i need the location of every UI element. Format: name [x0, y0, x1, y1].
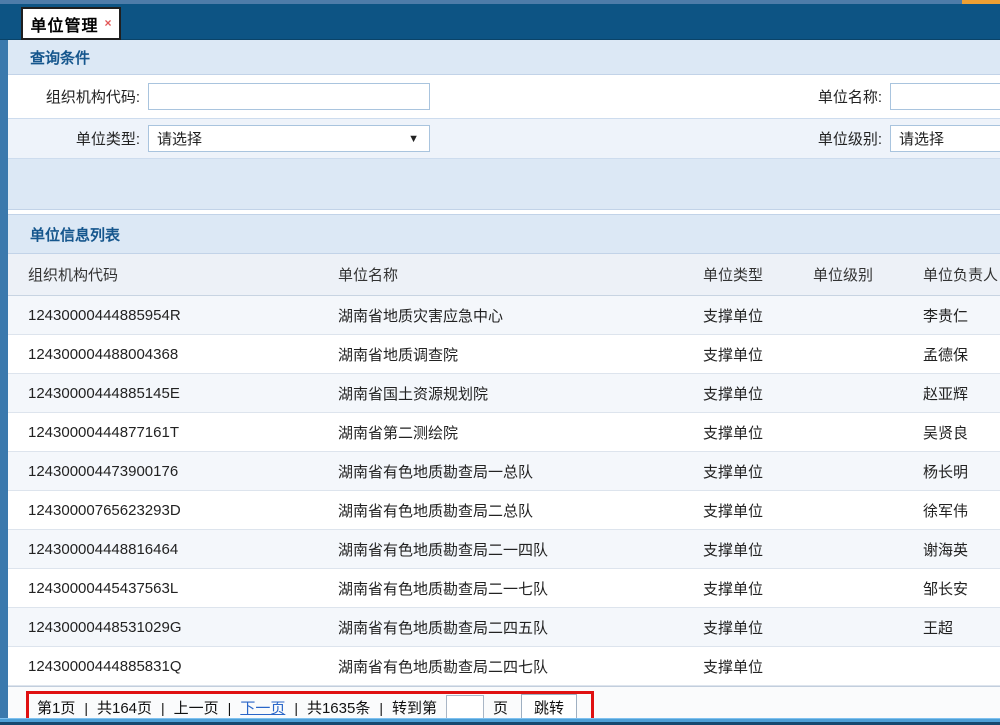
table-row[interactable]: 124300004448816464 湖南省有色地质勘查局二一四队 支撑单位 谢… — [8, 530, 1000, 569]
col-header-unit-level: 单位级别 — [813, 264, 923, 285]
unit-level-select-value: 请选择 — [899, 128, 944, 149]
cell-code: 12430000765623293D — [28, 502, 338, 519]
unit-level-label: 单位级别: — [532, 128, 882, 149]
table-row[interactable]: 12430000448531029G 湖南省有色地质勘查局二四五队 支撑单位 王… — [8, 608, 1000, 647]
table-row[interactable]: 12430000765623293D 湖南省有色地质勘查局二总队 支撑单位 徐军… — [8, 491, 1000, 530]
total-records-label: 共1635条 — [307, 697, 370, 718]
table-row[interactable]: 12430000445437563L 湖南省有色地质勘查局二一七队 支撑单位 邹… — [8, 569, 1000, 608]
cell-person: 杨长明 — [923, 461, 1000, 482]
search-panel: 查询条件 组织机构代码: 单位名称: 单位类型: 请选择 ▼ 单位级别: 请选择 — [8, 40, 1000, 209]
search-row-2: 单位类型: 请选择 ▼ 单位级别: 请选择 — [8, 119, 1000, 159]
list-section-title: 单位信息列表 — [8, 215, 1000, 254]
separator: | — [84, 700, 88, 716]
window-bottom-border — [0, 718, 1000, 725]
cell-name: 湖南省有色地质勘查局二一七队 — [338, 578, 703, 599]
cell-code: 12430000444877161T — [28, 424, 338, 441]
cell-name: 湖南省有色地质勘查局二总队 — [338, 500, 703, 521]
unit-type-label: 单位类型: — [28, 128, 140, 149]
search-section-title: 查询条件 — [8, 40, 1000, 75]
tab-bar: 单位管理 × — [0, 4, 1000, 40]
content-frame: 查询条件 组织机构代码: 单位名称: 单位类型: 请选择 ▼ 单位级别: 请选择 — [0, 40, 1000, 718]
cell-name: 湖南省第二测绘院 — [338, 422, 703, 443]
cell-code: 12430000444885831Q — [28, 658, 338, 675]
separator: | — [294, 700, 298, 716]
cell-code: 124300004473900176 — [28, 463, 338, 480]
separator: | — [161, 700, 165, 716]
table-row[interactable]: 12430000444885831Q 湖南省有色地质勘查局二四七队 支撑单位 — [8, 647, 1000, 686]
separator: | — [379, 700, 383, 716]
cell-type: 支撑单位 — [703, 578, 813, 599]
cell-name: 湖南省地质调查院 — [338, 344, 703, 365]
cell-code: 12430000444885145E — [28, 385, 338, 402]
table-row[interactable]: 124300004488004368 湖南省地质调查院 支撑单位 孟德保 — [8, 335, 1000, 374]
goto-page-input[interactable] — [446, 695, 484, 718]
cell-person: 孟德保 — [923, 344, 1000, 365]
cell-type: 支撑单位 — [703, 422, 813, 443]
cell-name: 湖南省有色地质勘查局二四七队 — [338, 656, 703, 677]
col-header-unit-person: 单位负责人 — [923, 264, 1000, 285]
cell-type: 支撑单位 — [703, 344, 813, 365]
cell-person: 赵亚辉 — [923, 383, 1000, 404]
search-panel-filler — [8, 159, 1000, 209]
table-row[interactable]: 124300004473900176 湖南省有色地质勘查局一总队 支撑单位 杨长… — [8, 452, 1000, 491]
pagination-bar: 第1页 | 共164页 | 上一页 | 下一页 | 共1635条 | 转到第 页… — [8, 686, 1000, 718]
search-row-1: 组织机构代码: 单位名称: — [8, 75, 1000, 119]
cell-code: 124300004488004368 — [28, 346, 338, 363]
tab-unit-management[interactable]: 单位管理 × — [21, 7, 121, 40]
cell-type: 支撑单位 — [703, 461, 813, 482]
jump-button[interactable]: 跳转 — [521, 694, 577, 718]
tab-close-icon[interactable]: × — [105, 17, 112, 29]
annotation-box-pagination: 第1页 | 共164页 | 上一页 | 下一页 | 共1635条 | 转到第 页… — [26, 691, 594, 719]
cell-name: 湖南省地质灾害应急中心 — [338, 305, 703, 326]
cell-type: 支撑单位 — [703, 305, 813, 326]
cell-person: 徐军伟 — [923, 500, 1000, 521]
chevron-down-icon: ▼ — [408, 133, 419, 145]
col-header-org-code: 组织机构代码 — [28, 264, 338, 285]
col-header-unit-type: 单位类型 — [703, 264, 813, 285]
cell-type: 支撑单位 — [703, 656, 813, 677]
cell-type: 支撑单位 — [703, 383, 813, 404]
separator: | — [228, 700, 232, 716]
unit-type-select-value: 请选择 — [157, 128, 202, 149]
cell-code: 124300004448816464 — [28, 541, 338, 558]
cell-code: 12430000444885954R — [28, 307, 338, 324]
cell-type: 支撑单位 — [703, 539, 813, 560]
prev-page-link[interactable]: 上一页 — [174, 697, 219, 718]
list-panel: 单位信息列表 组织机构代码 单位名称 单位类型 单位级别 单位负责人 12430… — [8, 215, 1000, 686]
tab-title: 单位管理 — [30, 12, 98, 36]
unit-name-input[interactable] — [890, 83, 1000, 110]
unit-level-select[interactable]: 请选择 — [890, 125, 1000, 152]
table-row[interactable]: 12430000444885954R 湖南省地质灾害应急中心 支撑单位 李贵仁 — [8, 296, 1000, 335]
cell-person: 谢海英 — [923, 539, 1000, 560]
cell-person: 吴贤良 — [923, 422, 1000, 443]
cell-name: 湖南省国土资源规划院 — [338, 383, 703, 404]
table-row[interactable]: 12430000444877161T 湖南省第二测绘院 支撑单位 吴贤良 — [8, 413, 1000, 452]
cell-name: 湖南省有色地质勘查局二一四队 — [338, 539, 703, 560]
col-header-unit-name: 单位名称 — [338, 264, 703, 285]
cell-person: 李贵仁 — [923, 305, 1000, 326]
unit-name-label: 单位名称: — [532, 86, 882, 107]
next-page-link[interactable]: 下一页 — [240, 697, 285, 718]
goto-page-prefix: 转到第 — [392, 697, 437, 718]
cell-person: 王超 — [923, 617, 1000, 638]
cell-name: 湖南省有色地质勘查局一总队 — [338, 461, 703, 482]
cell-person: 邹长安 — [923, 578, 1000, 599]
unit-type-select[interactable]: 请选择 ▼ — [148, 125, 430, 152]
total-pages-label: 共164页 — [97, 697, 152, 718]
cell-name: 湖南省有色地质勘查局二四五队 — [338, 617, 703, 638]
goto-page-suffix: 页 — [493, 697, 508, 718]
table-row[interactable]: 12430000444885145E 湖南省国土资源规划院 支撑单位 赵亚辉 — [8, 374, 1000, 413]
org-code-label: 组织机构代码: — [28, 86, 140, 107]
cell-type: 支撑单位 — [703, 617, 813, 638]
cell-type: 支撑单位 — [703, 500, 813, 521]
cell-code: 12430000448531029G — [28, 619, 338, 636]
current-page-label: 第1页 — [37, 697, 75, 718]
cell-code: 12430000445437563L — [28, 580, 338, 597]
table-header-row: 组织机构代码 单位名称 单位类型 单位级别 单位负责人 — [8, 254, 1000, 296]
org-code-input[interactable] — [148, 83, 430, 110]
